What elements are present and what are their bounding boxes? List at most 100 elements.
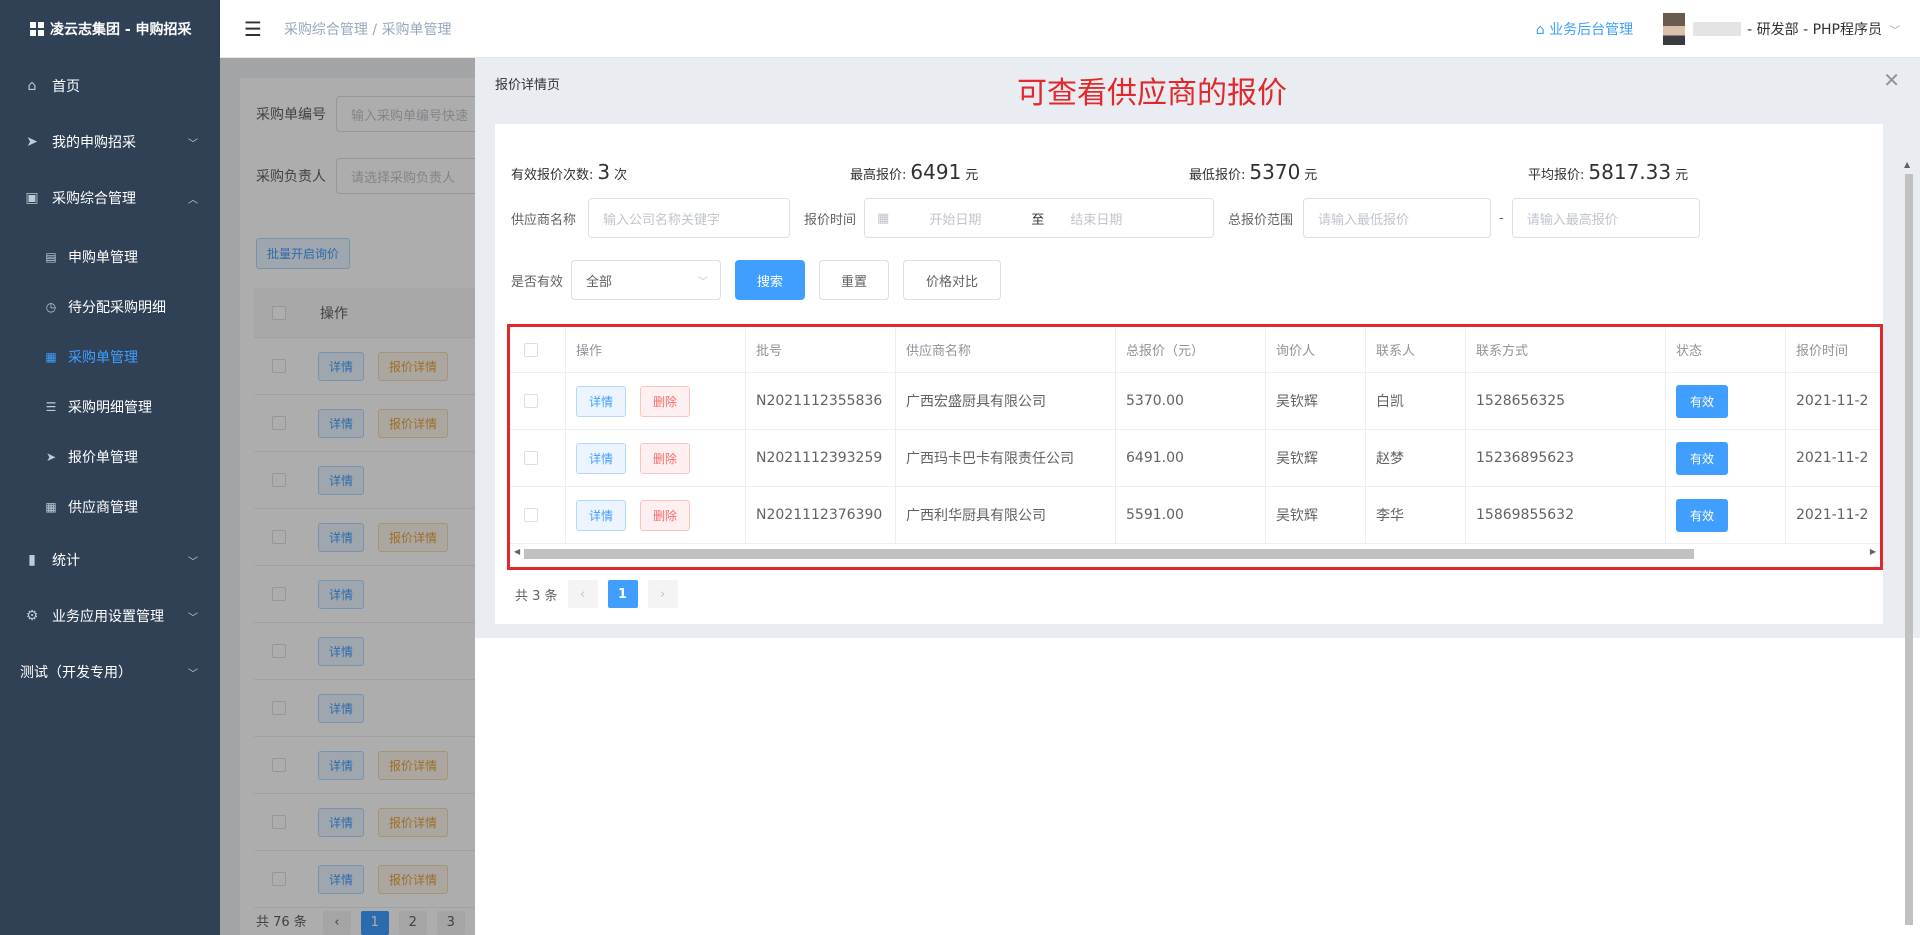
sidebar-item-test[interactable]: 测试（开发专用） ﹀ — [0, 644, 220, 700]
chevron-up-icon: ︿ — [188, 194, 198, 206]
price-cell: 5591.00 — [1116, 487, 1266, 543]
column-header[interactable]: 供应商名称 — [896, 327, 1116, 372]
send-icon: ➤ — [26, 134, 38, 150]
document-icon: ▦ — [45, 350, 57, 364]
prev-page-icon[interactable]: ‹ — [567, 580, 598, 608]
home-icon: ⌂ — [1535, 22, 1550, 38]
row-checkbox-cell — [510, 373, 566, 429]
biz-backend-link[interactable]: ⌂ 业务后台管理 — [1536, 19, 1633, 39]
row-checkbox-cell — [510, 430, 566, 486]
stat-label: 最高报价: — [850, 168, 907, 183]
batch-cell: N2021112376390 — [746, 487, 896, 543]
date-range-picker[interactable]: ▦ 开始日期 至 结束日期 — [864, 198, 1215, 238]
search-button[interactable]: 搜索 — [735, 260, 806, 300]
next-page-icon[interactable]: › — [647, 580, 678, 608]
horizontal-scrollbar[interactable]: ◀ ▶ — [514, 547, 1876, 561]
sidebar-subitem-detail[interactable]: ☰ 采购明细管理 — [0, 382, 220, 432]
row-checkbox-cell — [510, 487, 566, 543]
stat-max: 最高报价: 6491 元 — [850, 160, 978, 184]
sidebar-item-statistics[interactable]: ▮ 统计 ﹀ — [0, 532, 220, 588]
delete-button[interactable]: 删除 — [640, 499, 691, 531]
app-logo[interactable]: 凌云志集团 - 申购招采 — [0, 0, 220, 58]
scroll-up-icon[interactable]: ▲ — [1904, 160, 1910, 169]
sidebar-subitem-supplier[interactable]: ▦ 供应商管理 — [0, 482, 220, 532]
column-header[interactable]: 询价人 — [1266, 327, 1366, 372]
price-compare-button[interactable]: 价格对比 — [903, 260, 1002, 300]
status-badge: 有效 — [1676, 384, 1729, 418]
time-cell: 2021-11-2 — [1786, 373, 1880, 429]
header-checkbox-cell — [510, 327, 566, 372]
user-info[interactable]: - 研发部 - PHP程序员 — [1747, 19, 1882, 39]
detail-button[interactable]: 详情 — [576, 442, 627, 474]
scroll-right-icon[interactable]: ▶ — [1870, 547, 1876, 556]
sidebar-item-my-procurement[interactable]: ➤ 我的申购招采 ﹀ — [0, 114, 220, 170]
detail-button[interactable]: 详情 — [576, 385, 627, 417]
supplier-cell: 广西利华厨具有限公司 — [896, 487, 1116, 543]
batch-cell: N2021112355836 — [746, 373, 896, 429]
breadcrumb-separator: / — [372, 21, 378, 38]
bar-chart-icon: ▮ — [28, 552, 36, 568]
valid-select[interactable]: 全部 ﹀ — [571, 260, 722, 300]
sidebar-subitem-quote[interactable]: ➤ 报价单管理 — [0, 432, 220, 482]
close-icon[interactable]: ✕ — [1883, 68, 1900, 92]
sidebar-subitem-pending[interactable]: ◷ 待分配采购明细 — [0, 282, 220, 332]
scroll-left-icon[interactable]: ◀ — [514, 547, 520, 556]
stat-unit: 元 — [965, 168, 979, 183]
hamburger-icon[interactable]: ☰ — [244, 17, 262, 41]
sidebar-subitem-label: 申购单管理 — [68, 250, 138, 266]
scrollbar-thumb[interactable] — [1905, 174, 1913, 925]
sidebar-subitem-label: 报价单管理 — [68, 450, 138, 466]
column-header[interactable]: 联系人 — [1366, 327, 1466, 372]
avatar[interactable] — [1663, 13, 1686, 45]
sidebar-subitem-label: 待分配采购明细 — [68, 300, 166, 316]
delete-button[interactable]: 删除 — [640, 442, 691, 474]
sidebar-item-settings[interactable]: ⚙ 业务应用设置管理 ﹀ — [0, 588, 220, 644]
reset-button[interactable]: 重置 — [819, 260, 890, 300]
supplier-input[interactable]: 输入公司名称关键字 — [588, 198, 791, 238]
breadcrumb: 采购综合管理 / 采购单管理 — [284, 19, 452, 39]
column-header[interactable]: 批号 — [746, 327, 896, 372]
chevron-down-icon: ﹀ — [188, 612, 198, 624]
stat-avg: 平均报价: 5817.33 元 — [1528, 160, 1688, 184]
stat-label: 平均报价: — [1528, 168, 1585, 183]
sidebar-subitem-label: 采购单管理 — [68, 350, 138, 366]
sidebar-item-home[interactable]: ⌂ 首页 — [0, 58, 220, 114]
sidebar-subitem-purchase-order[interactable]: ▦ 采购单管理 — [0, 332, 220, 382]
chevron-down-icon: ﹀ — [188, 138, 198, 150]
breadcrumb-parent[interactable]: 采购综合管理 — [284, 22, 368, 38]
sidebar-item-procurement-mgmt[interactable]: ▣ 采购综合管理 ︿ — [0, 170, 220, 226]
end-date-input[interactable]: 结束日期 — [1070, 209, 1122, 228]
scrollbar-thumb[interactable] — [524, 549, 1694, 559]
chevron-down-icon: ﹀ — [188, 556, 198, 568]
status-badge: 有效 — [1676, 498, 1729, 532]
column-header[interactable]: 联系方式 — [1466, 327, 1666, 372]
row-checkbox[interactable] — [524, 508, 538, 522]
price-cell: 6491.00 — [1116, 430, 1266, 486]
breadcrumb-current: 采购单管理 — [381, 21, 452, 38]
row-checkbox[interactable] — [524, 394, 538, 408]
header-right: ⌂ 业务后台管理 - 研发部 - PHP程序员 ﹀ — [1536, 0, 1900, 58]
select-all-checkbox[interactable] — [524, 342, 538, 357]
page-1[interactable]: 1 — [607, 580, 638, 608]
phone-cell: 1528656325 — [1466, 373, 1666, 429]
logo-icon — [30, 22, 44, 36]
column-header[interactable]: 总报价（元） — [1116, 327, 1266, 372]
column-header[interactable]: 操作 — [566, 327, 746, 372]
row-checkbox[interactable] — [524, 451, 538, 465]
quote-table-header: 操作 批号 供应商名称 总报价（元） 询价人 联系人 联系方式 状态 报价时间 — [510, 327, 1880, 373]
column-header[interactable]: 报价时间 — [1786, 327, 1880, 372]
column-header[interactable]: 状态 — [1666, 327, 1786, 372]
stat-value: 5370 — [1249, 160, 1301, 184]
start-date-input[interactable]: 开始日期 — [929, 209, 981, 228]
vertical-scrollbar[interactable]: ▲ — [1904, 114, 1914, 925]
valid-label: 是否有效 — [511, 274, 564, 290]
max-price-input[interactable]: 请输入最高报价 — [1511, 198, 1700, 238]
min-price-input[interactable]: 请输入最低报价 — [1303, 198, 1492, 238]
sidebar-subitem-requisition[interactable]: ▤ 申购单管理 — [0, 232, 220, 282]
batch-cell: N2021112393259 — [746, 430, 896, 486]
chevron-down-icon[interactable]: ﹀ — [1890, 22, 1900, 37]
send-icon: ➤ — [45, 450, 57, 464]
delete-button[interactable]: 删除 — [640, 385, 691, 417]
detail-button[interactable]: 详情 — [576, 499, 627, 531]
valid-select-value: 全部 — [586, 274, 613, 290]
